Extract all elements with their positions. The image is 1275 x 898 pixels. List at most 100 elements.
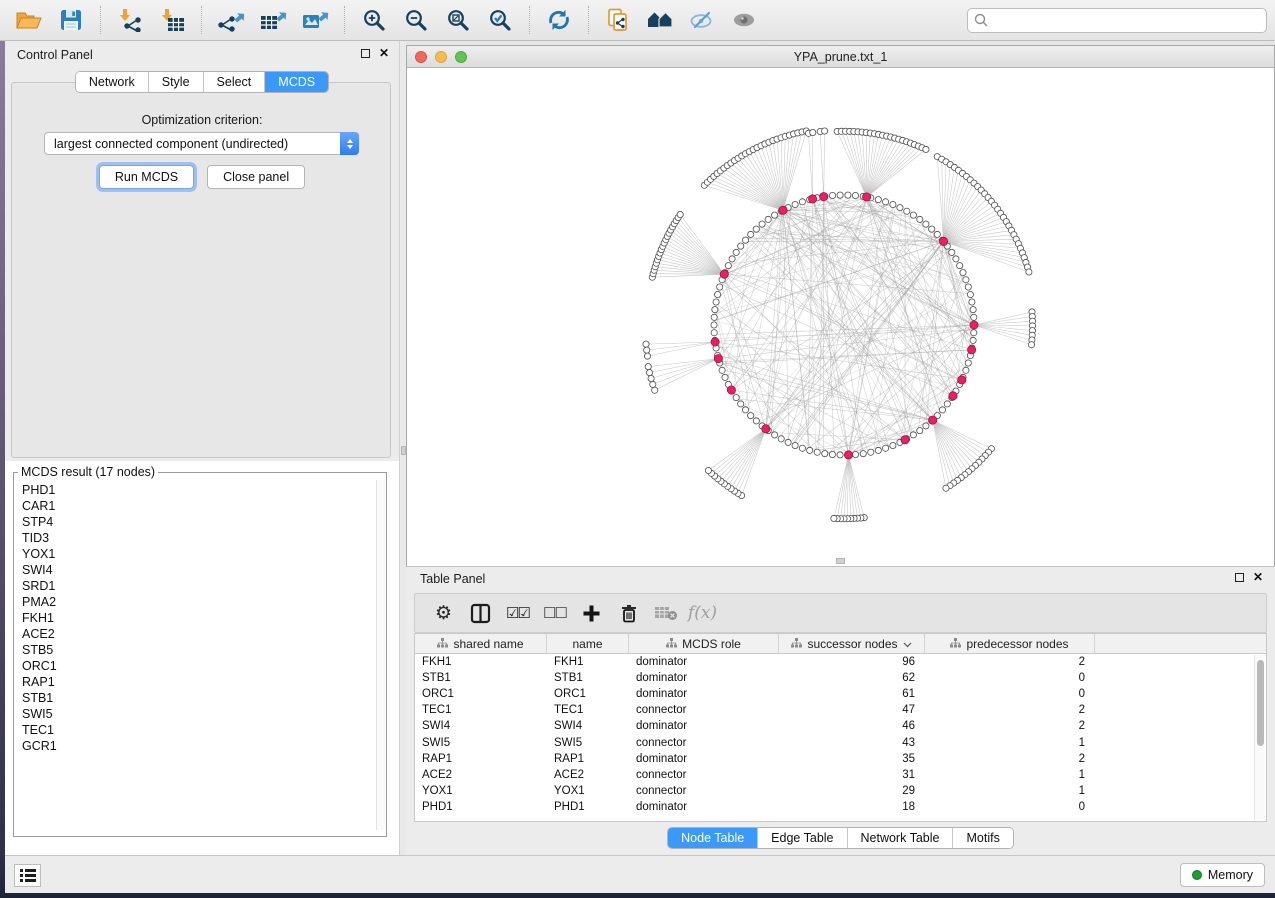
splitter-handle[interactable] bbox=[401, 446, 406, 455]
cell-MCDS-role[interactable]: dominator bbox=[629, 688, 779, 700]
cell-successor-nodes[interactable]: 31 bbox=[779, 769, 925, 781]
mcds-result-item[interactable]: STB5 bbox=[22, 642, 376, 658]
cell-successor-nodes[interactable]: 47 bbox=[779, 704, 925, 716]
open-file-icon[interactable] bbox=[8, 4, 50, 36]
cell-MCDS-role[interactable]: dominator bbox=[629, 672, 779, 684]
float-panel-icon[interactable] bbox=[361, 49, 370, 58]
cell-MCDS-role[interactable]: connector bbox=[629, 769, 779, 781]
cell-predecessor-nodes[interactable]: 0 bbox=[925, 672, 1095, 684]
cell-shared-name[interactable]: SWI4 bbox=[415, 720, 547, 732]
cell-successor-nodes[interactable]: 43 bbox=[779, 737, 925, 749]
sort-chevron-icon[interactable] bbox=[903, 637, 912, 651]
table-row[interactable]: YOX1YOX1connector291 bbox=[415, 783, 1266, 799]
mcds-result-item[interactable]: CAR1 bbox=[22, 498, 376, 514]
cell-successor-nodes[interactable]: 61 bbox=[779, 688, 925, 700]
cell-shared-name[interactable]: RAP1 bbox=[415, 753, 547, 765]
zoom-selected-icon[interactable] bbox=[479, 4, 521, 36]
mcds-list-scrollbar[interactable] bbox=[376, 480, 385, 830]
mcds-result-item[interactable]: RAP1 bbox=[22, 674, 376, 690]
export-network-icon[interactable] bbox=[210, 4, 252, 36]
first-neighbors-icon[interactable] bbox=[639, 4, 681, 36]
close-panel-icon[interactable]: ✕ bbox=[379, 49, 389, 58]
cell-successor-nodes[interactable]: 35 bbox=[779, 753, 925, 765]
hide-selected-icon[interactable] bbox=[681, 4, 723, 36]
mcds-result-item[interactable]: ACE2 bbox=[22, 626, 376, 642]
table-row[interactable]: STB1STB1dominator620 bbox=[415, 670, 1266, 686]
cell-predecessor-nodes[interactable]: 2 bbox=[925, 720, 1095, 732]
cell-MCDS-role[interactable]: dominator bbox=[629, 801, 779, 813]
column-header-name[interactable]: name bbox=[547, 634, 629, 653]
horizontal-splitter-handle[interactable] bbox=[836, 558, 845, 564]
cell-name[interactable]: TEC1 bbox=[547, 704, 629, 716]
cell-shared-name[interactable]: PHD1 bbox=[415, 801, 547, 813]
search-input[interactable] bbox=[967, 8, 1267, 33]
cell-predecessor-nodes[interactable]: 2 bbox=[925, 656, 1095, 668]
cell-MCDS-role[interactable]: dominator bbox=[629, 720, 779, 732]
import-table-icon[interactable] bbox=[151, 4, 193, 36]
mcds-result-item[interactable]: SWI5 bbox=[22, 706, 376, 722]
network-window-titlebar[interactable]: YPA_prune.txt_1 bbox=[407, 46, 1274, 68]
zoom-out-icon[interactable] bbox=[395, 4, 437, 36]
show-all-icon[interactable] bbox=[723, 4, 765, 36]
cell-name[interactable]: YOX1 bbox=[547, 785, 629, 797]
cell-successor-nodes[interactable]: 46 bbox=[779, 720, 925, 732]
cell-MCDS-role[interactable]: connector bbox=[629, 737, 779, 749]
table-row[interactable]: FKH1FKH1dominator962 bbox=[415, 654, 1266, 670]
cell-successor-nodes[interactable]: 29 bbox=[779, 785, 925, 797]
table-row[interactable]: SWI4SWI4dominator462 bbox=[415, 718, 1266, 734]
cell-shared-name[interactable]: FKH1 bbox=[415, 656, 547, 668]
column-header-MCDS-role[interactable]: MCDS role bbox=[629, 634, 779, 653]
memory-button[interactable]: Memory bbox=[1180, 863, 1265, 887]
save-icon[interactable] bbox=[50, 4, 92, 36]
cell-name[interactable]: SWI5 bbox=[547, 737, 629, 749]
zoom-in-icon[interactable] bbox=[353, 4, 395, 36]
export-image-icon[interactable] bbox=[294, 4, 336, 36]
cell-shared-name[interactable]: TEC1 bbox=[415, 704, 547, 716]
cell-predecessor-nodes[interactable]: 1 bbox=[925, 785, 1095, 797]
close-table-panel-icon[interactable]: ✕ bbox=[1253, 573, 1263, 582]
mcds-result-item[interactable]: ORC1 bbox=[22, 658, 376, 674]
tab-style[interactable]: Style bbox=[149, 72, 204, 92]
copy-network-view-icon[interactable] bbox=[597, 4, 639, 36]
table-row[interactable]: PHD1PHD1dominator180 bbox=[415, 799, 1266, 815]
cell-name[interactable]: SWI4 bbox=[547, 720, 629, 732]
mcds-result-item[interactable]: PHD1 bbox=[22, 482, 376, 498]
cell-predecessor-nodes[interactable]: 2 bbox=[925, 753, 1095, 765]
cell-name[interactable]: PHD1 bbox=[547, 801, 629, 813]
export-table-icon[interactable] bbox=[252, 4, 294, 36]
mcds-result-item[interactable]: YOX1 bbox=[22, 546, 376, 562]
cell-shared-name[interactable]: SWI5 bbox=[415, 737, 547, 749]
cell-name[interactable]: STB1 bbox=[547, 672, 629, 684]
mcds-result-item[interactable]: STP4 bbox=[22, 514, 376, 530]
table-scrollbar[interactable] bbox=[1254, 655, 1265, 820]
table-row[interactable]: ACE2ACE2connector311 bbox=[415, 767, 1266, 783]
close-panel-button[interactable]: Close panel bbox=[207, 165, 305, 189]
settings-icon[interactable]: ⚙ bbox=[425, 598, 462, 628]
cell-MCDS-role[interactable]: connector bbox=[629, 704, 779, 716]
mcds-result-item[interactable]: PMA2 bbox=[22, 594, 376, 610]
add-column-icon[interactable] bbox=[573, 598, 610, 628]
table-row[interactable]: TEC1TEC1connector472 bbox=[415, 702, 1266, 718]
cell-shared-name[interactable]: ACE2 bbox=[415, 769, 547, 781]
float-table-panel-icon[interactable] bbox=[1235, 573, 1244, 582]
cell-MCDS-role[interactable]: dominator bbox=[629, 656, 779, 668]
tab-select[interactable]: Select bbox=[204, 72, 266, 92]
mcds-result-item[interactable]: TEC1 bbox=[22, 722, 376, 738]
cell-successor-nodes[interactable]: 96 bbox=[779, 656, 925, 668]
cell-name[interactable]: FKH1 bbox=[547, 656, 629, 668]
cell-MCDS-role[interactable]: connector bbox=[629, 785, 779, 797]
cell-MCDS-role[interactable]: dominator bbox=[629, 753, 779, 765]
cell-shared-name[interactable]: YOX1 bbox=[415, 785, 547, 797]
cell-name[interactable]: RAP1 bbox=[547, 753, 629, 765]
cell-predecessor-nodes[interactable]: 1 bbox=[925, 737, 1095, 749]
mcds-result-item[interactable]: STB1 bbox=[22, 690, 376, 706]
cell-predecessor-nodes[interactable]: 0 bbox=[925, 688, 1095, 700]
task-history-button[interactable] bbox=[14, 864, 41, 887]
cell-shared-name[interactable]: STB1 bbox=[415, 672, 547, 684]
table-row[interactable]: SWI5SWI5connector431 bbox=[415, 734, 1266, 750]
zoom-fit-icon[interactable] bbox=[437, 4, 479, 36]
table-scrollbar-thumb[interactable] bbox=[1257, 660, 1264, 746]
mcds-result-item[interactable]: FKH1 bbox=[22, 610, 376, 626]
apply-layout-icon[interactable] bbox=[538, 4, 580, 36]
table-row[interactable]: ORC1ORC1dominator610 bbox=[415, 686, 1266, 702]
